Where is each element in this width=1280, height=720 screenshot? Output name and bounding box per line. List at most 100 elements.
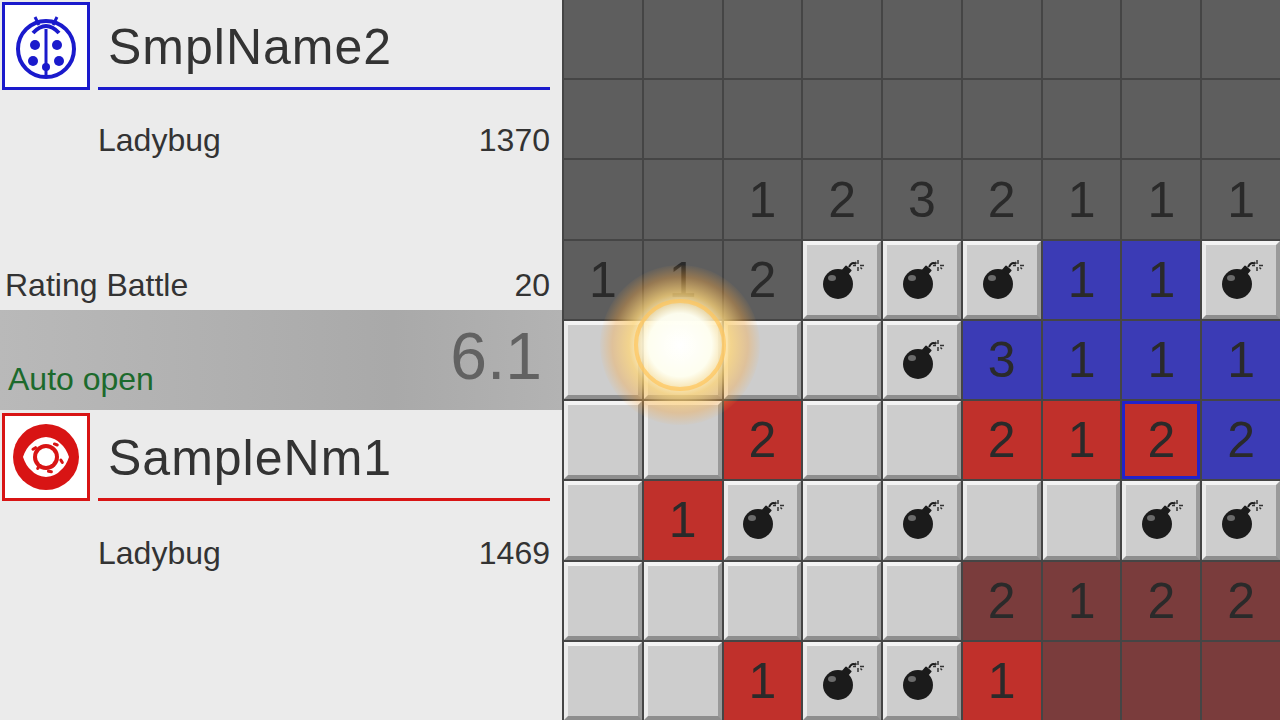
open-cell[interactable]	[1122, 642, 1200, 720]
mine-cell[interactable]	[883, 321, 961, 399]
board-grid: 1232111112113111221221212211	[562, 0, 1280, 720]
mine-cell[interactable]	[1202, 481, 1280, 559]
open-cell[interactable]: 1	[1122, 160, 1200, 238]
open-cell[interactable]	[1043, 0, 1121, 78]
open-cell[interactable]: 2	[963, 401, 1041, 479]
closed-cell[interactable]	[1043, 481, 1121, 559]
closed-cell[interactable]	[644, 562, 722, 640]
mine-cell[interactable]	[883, 241, 961, 319]
open-cell[interactable]	[724, 80, 802, 158]
closed-cell[interactable]	[564, 321, 642, 399]
open-cell[interactable]: 2	[1202, 562, 1280, 640]
closed-cell[interactable]	[963, 481, 1041, 559]
bomb-icon	[1137, 498, 1185, 542]
bomb-icon	[898, 498, 946, 542]
player-title: Ladybug	[98, 122, 221, 159]
closed-cell[interactable]	[724, 321, 802, 399]
open-cell[interactable]	[564, 0, 642, 78]
battle-screen: SmplName2Ladybug1370Rating Battle20Auto …	[0, 0, 1280, 720]
mode-row: Rating Battle20	[0, 263, 562, 307]
open-cell[interactable]: 2	[963, 562, 1041, 640]
open-cell[interactable]	[564, 160, 642, 238]
open-cell[interactable]: 2	[1122, 401, 1200, 479]
open-cell[interactable]: 1	[724, 642, 802, 720]
board: 1232111112113111221221212211	[562, 0, 1280, 720]
open-cell[interactable]: 2	[1202, 401, 1280, 479]
open-cell[interactable]	[1202, 80, 1280, 158]
open-cell[interactable]: 1	[724, 160, 802, 238]
open-cell[interactable]	[883, 80, 961, 158]
closed-cell[interactable]	[564, 642, 642, 720]
open-cell[interactable]	[724, 0, 802, 78]
open-cell[interactable]: 1	[1043, 562, 1121, 640]
open-cell[interactable]: 1	[1043, 160, 1121, 238]
timer: 6.1	[450, 318, 542, 394]
open-cell[interactable]	[963, 0, 1041, 78]
closed-cell[interactable]	[724, 562, 802, 640]
closed-cell[interactable]	[883, 562, 961, 640]
bomb-icon	[898, 659, 946, 703]
mode-label: Rating Battle	[5, 267, 188, 304]
open-cell[interactable]: 3	[883, 160, 961, 238]
explosion-effect	[600, 265, 760, 425]
open-cell[interactable]: 1	[1202, 160, 1280, 238]
open-cell[interactable]	[1122, 0, 1200, 78]
closed-cell[interactable]	[803, 321, 881, 399]
open-cell[interactable]: 2	[963, 160, 1041, 238]
bomb-icon	[738, 498, 786, 542]
open-cell[interactable]: 1	[1202, 321, 1280, 399]
open-cell[interactable]	[644, 80, 722, 158]
open-cell[interactable]: 2	[724, 241, 802, 319]
open-cell[interactable]: 1	[1043, 401, 1121, 479]
open-cell[interactable]	[1043, 80, 1121, 158]
closed-cell[interactable]	[644, 642, 722, 720]
open-cell[interactable]: 3	[963, 321, 1041, 399]
open-cell[interactable]: 1	[1043, 241, 1121, 319]
open-cell[interactable]	[803, 80, 881, 158]
mine-cell[interactable]	[803, 642, 881, 720]
bomb-icon	[1217, 258, 1265, 302]
bomb-icon	[818, 659, 866, 703]
open-cell[interactable]	[1043, 642, 1121, 720]
open-cell[interactable]	[1202, 0, 1280, 78]
open-cell[interactable]: 2	[803, 160, 881, 238]
open-cell[interactable]	[883, 0, 961, 78]
mine-cell[interactable]	[883, 481, 961, 559]
closed-cell[interactable]	[644, 321, 722, 399]
mine-cell[interactable]	[1122, 481, 1200, 559]
closed-cell[interactable]	[803, 401, 881, 479]
mine-cell[interactable]	[1202, 241, 1280, 319]
open-cell[interactable]	[644, 160, 722, 238]
open-cell[interactable]: 1	[1043, 321, 1121, 399]
open-cell[interactable]: 1	[1122, 241, 1200, 319]
closed-cell[interactable]	[564, 562, 642, 640]
open-cell[interactable]	[1202, 642, 1280, 720]
mine-cell[interactable]	[724, 481, 802, 559]
mine-cell[interactable]	[963, 241, 1041, 319]
open-cell[interactable]: 1	[644, 241, 722, 319]
closed-cell[interactable]	[564, 481, 642, 559]
open-cell[interactable]: 2	[724, 401, 802, 479]
mine-cell[interactable]	[803, 241, 881, 319]
open-cell[interactable]: 1	[963, 642, 1041, 720]
open-cell[interactable]: 2	[1122, 562, 1200, 640]
open-cell[interactable]: 1	[1122, 321, 1200, 399]
closed-cell[interactable]	[644, 401, 722, 479]
open-cell[interactable]	[564, 80, 642, 158]
closed-cell[interactable]	[883, 401, 961, 479]
mine-cell[interactable]	[883, 642, 961, 720]
open-cell[interactable]: 1	[644, 481, 722, 559]
open-cell[interactable]	[963, 80, 1041, 158]
open-cell[interactable]	[1122, 80, 1200, 158]
side-panel: SmplName2Ladybug1370Rating Battle20Auto …	[0, 0, 562, 720]
open-cell[interactable]	[644, 0, 722, 78]
closed-cell[interactable]	[803, 481, 881, 559]
open-cell[interactable]: 1	[564, 241, 642, 319]
closed-cell[interactable]	[564, 401, 642, 479]
open-cell[interactable]	[803, 0, 881, 78]
player-avatar	[2, 2, 90, 90]
explosion-ring	[634, 299, 726, 391]
player-rating: 1469	[479, 535, 550, 572]
closed-cell[interactable]	[803, 562, 881, 640]
player-rank-row: Ladybug1469	[0, 531, 562, 575]
